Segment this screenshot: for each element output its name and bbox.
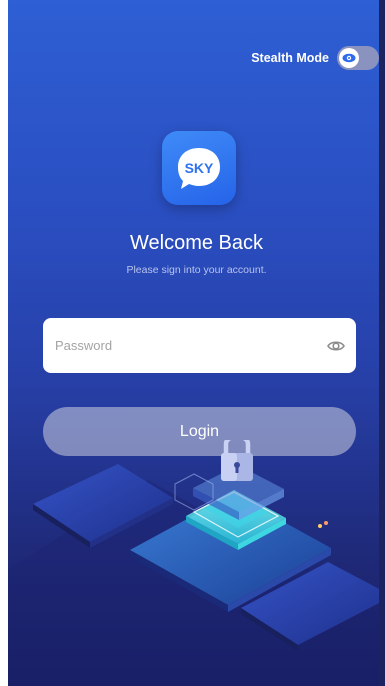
lock-illustration-icon xyxy=(8,440,385,686)
login-screen: Stealth Mode SKY Welcome Back Please sig… xyxy=(8,0,385,686)
sky-logo-icon: SKY xyxy=(178,148,220,189)
security-illustration xyxy=(8,440,385,686)
stealth-mode-row: Stealth Mode xyxy=(251,46,379,70)
screen-edge xyxy=(379,0,385,686)
password-input[interactable] xyxy=(55,318,315,373)
toggle-knob xyxy=(339,48,359,68)
welcome-title: Welcome Back xyxy=(129,232,263,254)
password-field xyxy=(43,318,356,373)
stealth-mode-toggle[interactable] xyxy=(337,46,379,70)
show-password-eye-icon[interactable] xyxy=(326,336,346,356)
eye-icon xyxy=(342,53,356,63)
app-logo: SKY xyxy=(162,131,236,205)
stealth-mode-label: Stealth Mode xyxy=(251,51,329,65)
logo-text: SKY xyxy=(185,160,214,176)
welcome-subtitle: Please sign into your account. xyxy=(126,264,267,276)
